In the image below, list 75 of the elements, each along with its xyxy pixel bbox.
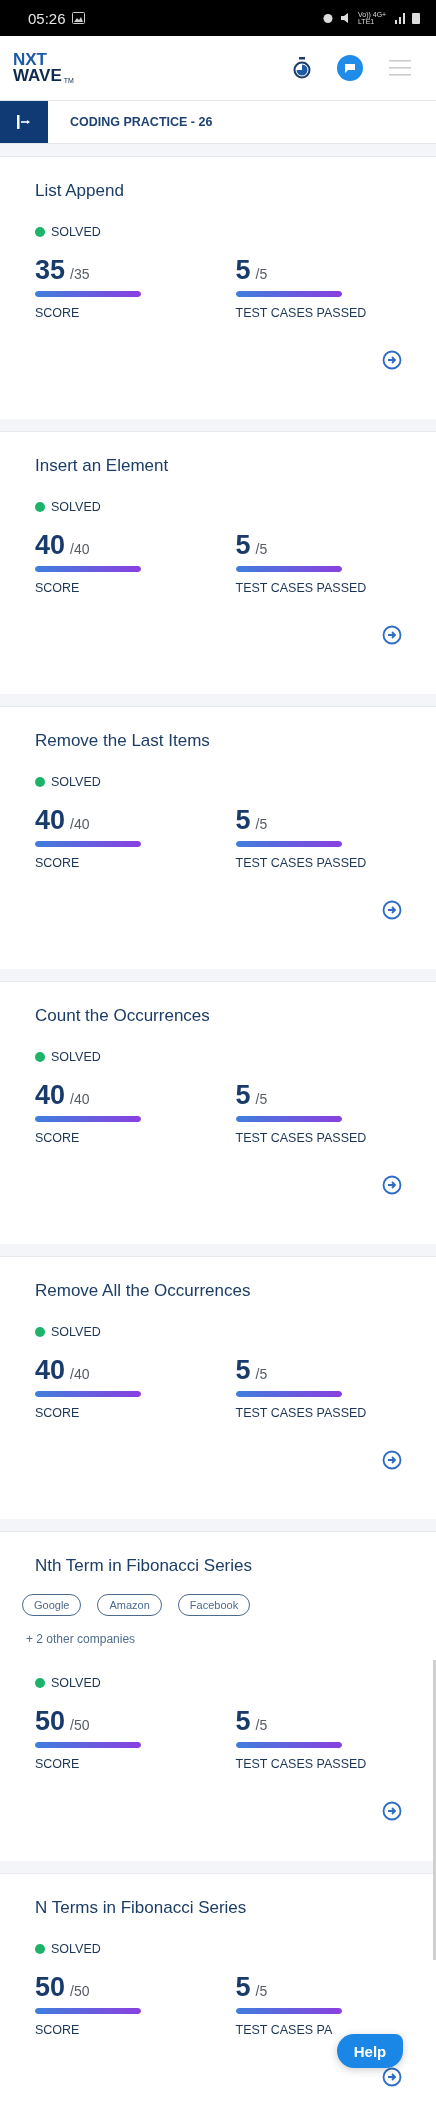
score-value: 40	[35, 1355, 66, 1386]
stopwatch-icon[interactable]	[293, 57, 311, 79]
score-max: /40	[70, 541, 90, 557]
test-cases-value: 5	[235, 255, 251, 286]
score-value: 35	[35, 255, 66, 286]
score-value: 40	[35, 1080, 66, 1111]
more-companies-link[interactable]: + 2 other companies	[26, 1632, 136, 1646]
logo-text: WAVE	[13, 68, 62, 85]
score-label: SCORE	[35, 581, 80, 595]
test-cases-max: /5	[255, 816, 268, 832]
score-max: /40	[70, 816, 90, 832]
score-max: /40	[70, 1091, 90, 1107]
test-cases-label: TEST CASES PASSED	[235, 1131, 367, 1145]
status-label: SOLVED	[51, 775, 101, 789]
test-cases-value: 5	[235, 1355, 251, 1386]
test-cases-label: TEST CASES PASSED	[235, 1757, 367, 1771]
score-label: SCORE	[35, 2023, 80, 2037]
problem-title[interactable]: Nth Term in Fibonacci Series	[35, 1556, 252, 1576]
problem-title[interactable]: N Terms in Fibonacci Series	[35, 1898, 247, 1918]
test-cases-max: /5	[255, 1717, 268, 1733]
help-button[interactable]: Help	[337, 2034, 403, 2068]
test-cases-max: /5	[255, 1983, 268, 1999]
status-label: SOLVED	[51, 225, 101, 239]
problem-title[interactable]: Insert an Element	[35, 456, 169, 476]
sidebar-toggle-button[interactable]	[0, 101, 48, 143]
status-label: SOLVED	[51, 1050, 101, 1064]
score-value: 40	[35, 530, 66, 561]
test-cases-label: TEST CASES PASSED	[235, 581, 367, 595]
score-max: /50	[70, 1983, 90, 1999]
status-label: SOLVED	[51, 1676, 101, 1690]
test-cases-label: TEST CASES PASSED	[235, 306, 367, 320]
test-cases-value: 5	[235, 1706, 251, 1737]
signal-icon	[394, 12, 406, 24]
problem-title[interactable]: List Append	[35, 181, 124, 201]
arrow-right-circle-icon[interactable]	[382, 2067, 402, 2087]
arrow-right-circle-icon[interactable]	[382, 900, 402, 920]
page-title: CODING PRACTICE - 26	[70, 115, 213, 129]
status-label: SOLVED	[51, 500, 101, 514]
test-cases-label: TEST CASES PASSED	[235, 856, 367, 870]
test-cases-value: 5	[235, 1972, 251, 2003]
test-cases-max: /5	[255, 1091, 268, 1107]
problem-title[interactable]: Count the Occurrences	[35, 1006, 210, 1026]
score-label: SCORE	[35, 856, 80, 870]
problem-title[interactable]: Remove All the Occurrences	[35, 1281, 251, 1301]
score-label: SCORE	[35, 306, 80, 320]
arrow-right-circle-icon[interactable]	[382, 625, 402, 645]
test-cases-value: 5	[235, 530, 251, 561]
arrow-right-circle-icon[interactable]	[382, 1175, 402, 1195]
test-cases-label: TEST CASES PASSED	[235, 1406, 367, 1420]
clock: 05:26	[28, 9, 66, 27]
test-cases-max: /5	[255, 266, 268, 282]
test-cases-max: /5	[255, 541, 268, 557]
status-label: SOLVED	[51, 1325, 101, 1339]
image-icon	[71, 12, 85, 24]
score-label: SCORE	[35, 1406, 80, 1420]
chat-icon[interactable]	[337, 55, 363, 81]
score-value: 50	[35, 1706, 66, 1737]
status-label: SOLVED	[51, 1942, 101, 1956]
battery-icon	[412, 12, 420, 24]
arrow-right-circle-icon[interactable]	[382, 350, 402, 370]
problem-title[interactable]: Remove the Last Items	[35, 731, 210, 751]
logo-text: NXT	[13, 51, 48, 68]
test-cases-value: 5	[235, 1080, 251, 1111]
score-label: SCORE	[35, 1131, 80, 1145]
score-max: /35	[70, 266, 90, 282]
test-cases-label: TEST CASES PA	[235, 2023, 333, 2037]
score-value: 50	[35, 1972, 66, 2003]
arrow-right-circle-icon[interactable]	[382, 1450, 402, 1470]
arrow-right-circle-icon[interactable]	[382, 1801, 402, 1821]
score-value: 40	[35, 805, 66, 836]
score-max: /40	[70, 1366, 90, 1382]
score-max: /50	[70, 1717, 90, 1733]
test-cases-value: 5	[235, 805, 251, 836]
test-cases-max: /5	[255, 1366, 268, 1382]
score-label: SCORE	[35, 1757, 80, 1771]
